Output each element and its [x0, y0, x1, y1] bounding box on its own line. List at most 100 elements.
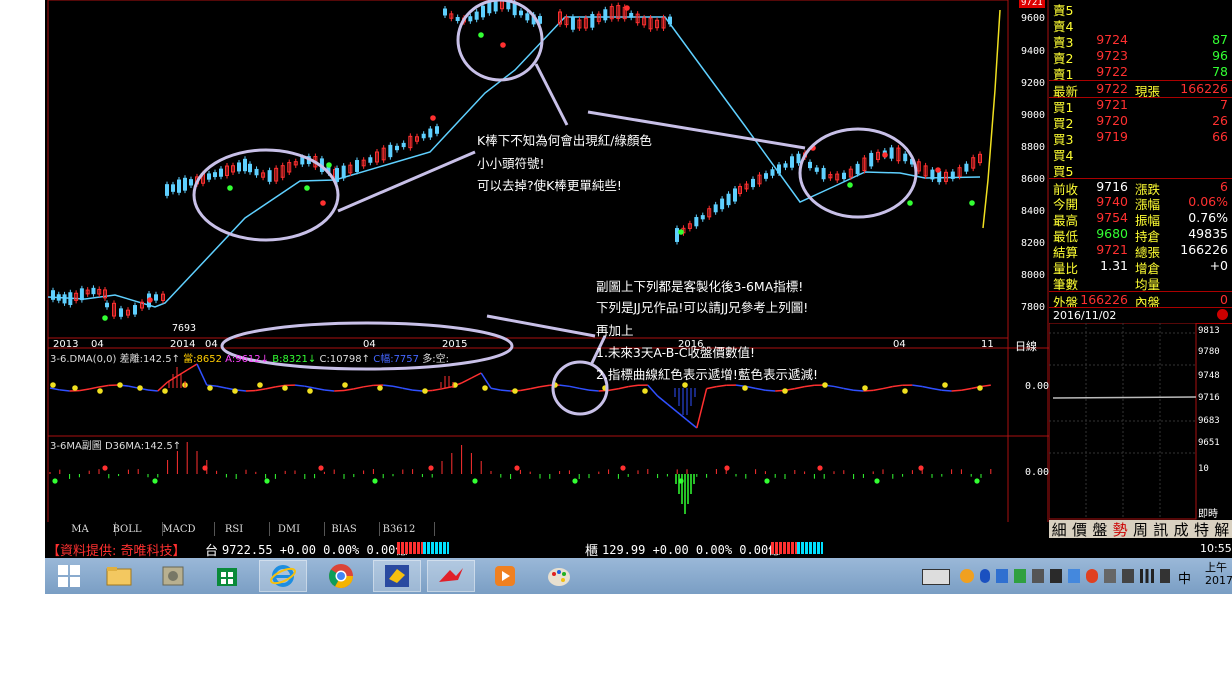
tray-device-icon[interactable]	[996, 569, 1008, 583]
quote-value2: 166226	[1180, 242, 1228, 257]
tray-bluetooth-icon[interactable]	[980, 569, 990, 583]
dma-segment	[128, 385, 139, 389]
quote-date-icon[interactable]	[1217, 309, 1228, 320]
sub1-cur: 當:8652	[183, 354, 222, 365]
quote-row: 筆數 均量	[1049, 274, 1232, 292]
tray-orange-icon[interactable]	[960, 569, 974, 583]
tab-special[interactable]: 特	[1194, 519, 1209, 540]
candle-body	[62, 294, 67, 304]
quote-row-last: 最新 9722 現張 166226	[1049, 80, 1232, 99]
note1-line2: 小小頭符號!	[477, 156, 545, 171]
dma-dot	[742, 385, 748, 391]
ma36-dot	[372, 478, 378, 484]
tab-detail[interactable]: 細	[1052, 519, 1067, 540]
tray-network-app-icon[interactable]	[1050, 569, 1062, 583]
dma-dot	[822, 382, 828, 388]
quote-row[interactable]: 賣3 9724 87	[1049, 32, 1232, 50]
quote-panel: 賣5 賣4 賣3 9724 87 賣2 9723 96 賣1 9722 78 最新 9722 現…	[1049, 0, 1232, 310]
tab-board[interactable]: 盤	[1092, 519, 1107, 540]
ime-indicator[interactable]: 中	[1178, 568, 1191, 587]
candle-body	[395, 145, 399, 151]
tray-clock[interactable]: 上午 2017	[1205, 561, 1232, 587]
price-tick: 9200	[1021, 78, 1046, 89]
start-button[interactable]	[45, 560, 93, 592]
tray-app-icon[interactable]	[1014, 569, 1026, 583]
dma-segment	[89, 386, 100, 390]
ma36-dot	[572, 478, 578, 484]
tab-b3612[interactable]: B3612	[364, 522, 435, 536]
candle-body	[468, 16, 473, 22]
tray-wifi-icon[interactable]	[1140, 569, 1154, 583]
quote-row[interactable]: 買3 9719 66	[1049, 129, 1232, 147]
taskbar-explorer[interactable]	[95, 560, 143, 592]
note1-line1: K棒下不知為何會出現紅/綠顏色	[477, 133, 652, 148]
taskbar-store[interactable]	[203, 560, 251, 592]
quote-row[interactable]: 賣2 9723 96	[1049, 48, 1232, 66]
folder-icon	[106, 567, 132, 586]
ma36-dot	[974, 478, 980, 484]
candle-body	[237, 162, 241, 172]
taskbar-paint[interactable]	[535, 560, 583, 592]
tray-flag-icon[interactable]	[1104, 569, 1116, 583]
dma-segment	[59, 389, 70, 392]
taskbar-ie[interactable]	[259, 560, 307, 592]
tab-news[interactable]: 訊	[1153, 519, 1168, 540]
taskbar-media[interactable]	[481, 560, 529, 592]
candle-body	[796, 153, 801, 164]
candle-body	[842, 172, 846, 180]
quote-row[interactable]: 賣1 9722 78	[1049, 64, 1232, 82]
candle-body	[219, 168, 223, 177]
note2-line1: 副圖上下列都是客製化後3-6MA指標!	[596, 279, 804, 294]
quote-row[interactable]: 買1 9721 7	[1049, 97, 1232, 115]
dma-segment	[912, 384, 923, 388]
ma36-dot	[918, 465, 924, 471]
candle-body	[694, 217, 699, 227]
dma-segment	[432, 388, 443, 392]
dma-dot	[422, 388, 428, 394]
taskbar-app-2[interactable]	[149, 560, 197, 592]
dma-dot	[162, 388, 168, 394]
candle-body	[751, 178, 755, 188]
keyboard-icon[interactable]	[922, 569, 950, 585]
note2-line4: 1.未來3天A-B-C收盤價數值!	[596, 345, 756, 360]
note2-line3: 再加上	[596, 323, 634, 338]
tray-volume-icon[interactable]	[1160, 569, 1170, 583]
app-screen: 9600 9400 9200 9000 8800 8600 8400 8200 …	[45, 0, 1232, 594]
taskbar-chrome[interactable]	[317, 560, 365, 592]
tray-cloud-icon[interactable]	[1068, 569, 1080, 583]
tab-trend[interactable]: 勢	[1113, 519, 1128, 540]
candle-body	[91, 287, 96, 295]
tab-week[interactable]: 周	[1133, 519, 1148, 540]
tray-browser-icon[interactable]	[1086, 569, 1098, 583]
quote-row[interactable]: 買2 9720 26	[1049, 113, 1232, 131]
sub1-a: A:9612↓	[225, 354, 270, 365]
candle-body	[435, 126, 439, 134]
tab-price[interactable]: 價	[1072, 519, 1087, 540]
quote-row: 最高 9754 振幅 0.76%	[1049, 210, 1232, 228]
tab-volume[interactable]: 成	[1174, 519, 1189, 540]
quote-value2: 49835	[1188, 226, 1228, 241]
taskbar-app-6[interactable]	[373, 560, 421, 592]
quote-value: 9740	[1096, 194, 1128, 209]
paint-icon	[548, 568, 570, 586]
date-tick: 04	[363, 339, 376, 350]
quote-price: 9724	[1096, 32, 1128, 47]
candle-body	[388, 144, 393, 158]
dma-segment	[628, 384, 639, 388]
status-bar: 【資料提供: 奇唯科技】 台 9722.55 +0.00 0.00% 0.00億…	[45, 538, 1232, 559]
candle-body	[570, 16, 575, 30]
quote-row: 外盤 166226 內盤 0	[1049, 291, 1232, 310]
taskbar-trading-app[interactable]	[427, 560, 475, 592]
tab-explain[interactable]: 解	[1214, 519, 1229, 540]
quote-vol: 7	[1220, 97, 1228, 112]
period-button[interactable]: 日線	[1015, 338, 1037, 354]
quote-row: 今開 9740 漲幅 0.06%	[1049, 194, 1232, 212]
price-tick: 8800	[1021, 142, 1046, 153]
tray-battery-icon[interactable]	[1122, 569, 1134, 583]
candle-body	[165, 184, 169, 196]
dma-segment	[500, 389, 511, 392]
quote-value2: 6	[1220, 179, 1228, 194]
tray-disk-icon[interactable]	[1032, 569, 1044, 583]
quote-price: 9722	[1096, 64, 1128, 79]
candle-body	[401, 142, 406, 148]
